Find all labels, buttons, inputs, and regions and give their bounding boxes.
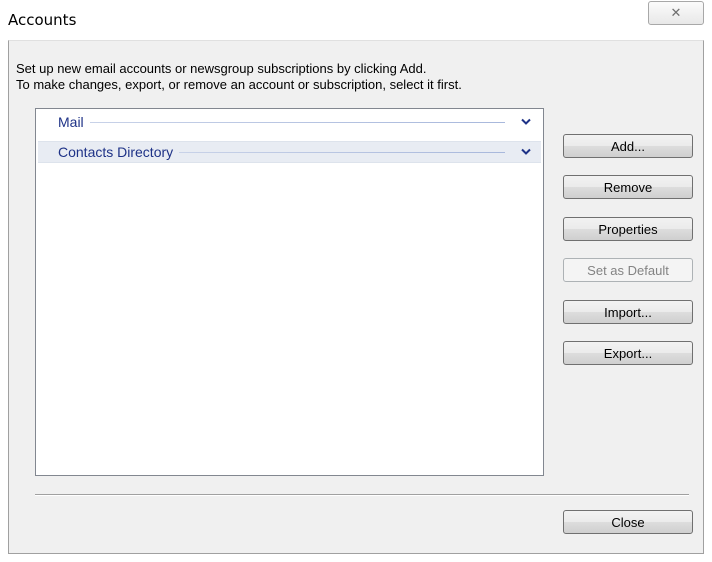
group-label-contacts-directory: Contacts Directory [58, 144, 174, 160]
remove-button[interactable]: Remove [563, 175, 693, 199]
group-label-mail: Mail [58, 114, 84, 130]
import-button[interactable]: Import... [563, 300, 693, 324]
window-title: Accounts [8, 11, 77, 29]
group-header-contacts-directory[interactable]: Contacts Directory [38, 141, 541, 163]
add-button[interactable]: Add... [563, 134, 693, 158]
instructions-line-2: To make changes, export, or remove an ac… [16, 77, 462, 92]
instructions-line-1: Set up new email accounts or newsgroup s… [16, 61, 427, 76]
window-close-button[interactable]: ✕ [648, 1, 704, 25]
group-divider-line [89, 121, 505, 123]
group-divider-line [179, 151, 505, 153]
close-button[interactable]: Close [563, 510, 693, 534]
instructions-text: Set up new email accounts or newsgroup s… [16, 61, 462, 93]
properties-button[interactable]: Properties [563, 217, 693, 241]
title-bar: Accounts ✕ [0, 0, 712, 40]
accounts-dialog: Accounts ✕ Set up new email accounts or … [0, 0, 712, 562]
close-icon: ✕ [670, 5, 682, 20]
footer-separator [35, 494, 689, 496]
accounts-list[interactable]: Mail Contacts Directory [35, 108, 544, 476]
group-header-mail[interactable]: Mail [38, 111, 541, 133]
chevron-down-icon[interactable] [519, 118, 533, 126]
chevron-down-icon[interactable] [519, 148, 533, 156]
export-button[interactable]: Export... [563, 341, 693, 365]
set-as-default-button: Set as Default [563, 258, 693, 282]
